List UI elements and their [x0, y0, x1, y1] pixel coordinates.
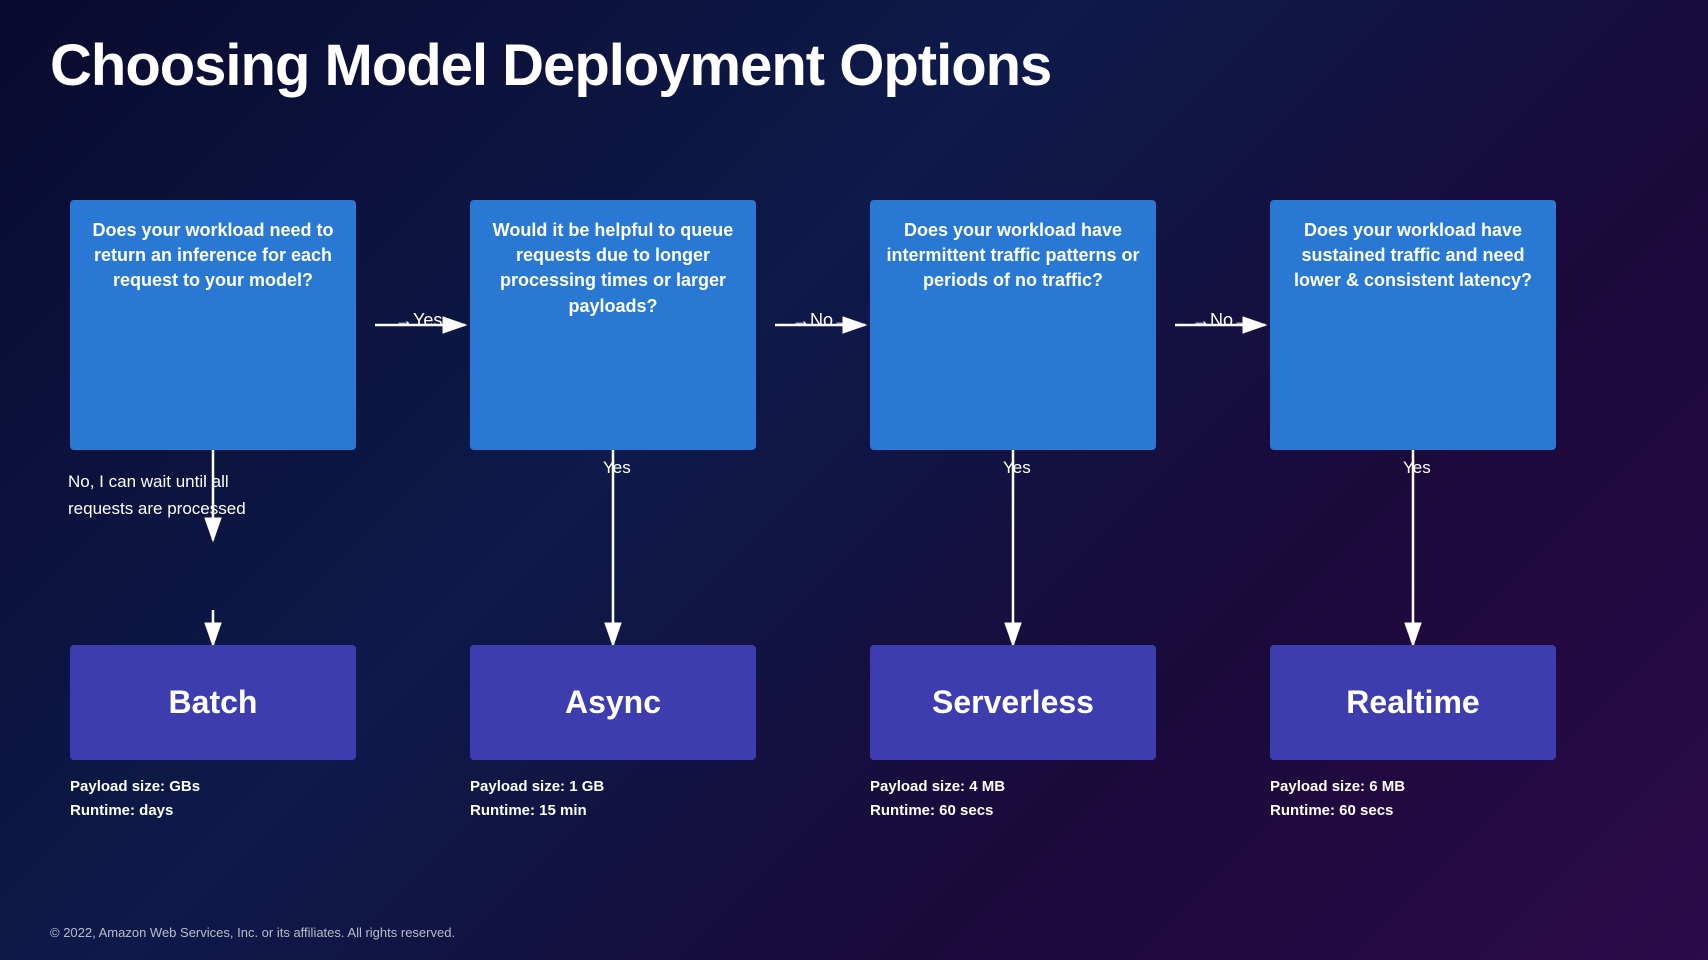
async-info: Payload size: 1 GB Runtime: 15 min	[470, 775, 604, 823]
question-box-3: Does your workload have intermittent tra…	[870, 200, 1156, 450]
footer-text: © 2022, Amazon Web Services, Inc. or its…	[50, 925, 455, 940]
yes-label-4: Yes	[1403, 458, 1431, 478]
no-label-1: →No→	[792, 310, 851, 331]
result-box-async: Async	[470, 645, 756, 760]
serverless-info: Payload size: 4 MB Runtime: 60 secs	[870, 775, 1005, 823]
batch-info: Payload size: GBs Runtime: days	[70, 775, 200, 823]
page-title: Choosing Model Deployment Options	[50, 32, 1051, 99]
question-box-4: Does your workload have sustained traffi…	[1270, 200, 1556, 450]
question-box-1: Does your workload need to return an inf…	[70, 200, 356, 450]
flowchart: Does your workload need to return an inf…	[50, 150, 1658, 880]
realtime-info: Payload size: 6 MB Runtime: 60 secs	[1270, 775, 1405, 823]
yes-label-1: →Yes→	[395, 310, 460, 331]
result-box-serverless: Serverless	[870, 645, 1156, 760]
result-box-realtime: Realtime	[1270, 645, 1556, 760]
yes-label-3: Yes	[1003, 458, 1031, 478]
result-box-batch: Batch	[70, 645, 356, 760]
no-label-2: →No→	[1192, 310, 1251, 331]
question-box-2: Would it be helpful to queue requests du…	[470, 200, 756, 450]
yes-label-2: Yes	[603, 458, 631, 478]
no-path-label: No, I can wait until allrequests are pro…	[68, 468, 358, 522]
